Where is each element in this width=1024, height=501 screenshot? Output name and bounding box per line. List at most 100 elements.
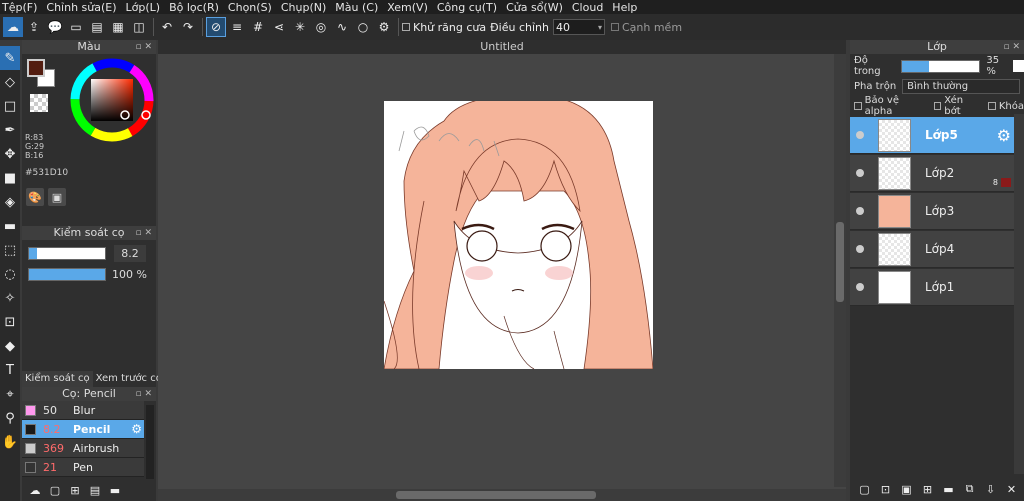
transparent-color-swatch[interactable] — [30, 94, 48, 112]
folder-icon[interactable]: ▬ — [106, 481, 124, 499]
gear-icon[interactable]: ⚙ — [374, 17, 394, 37]
select-pen-icon[interactable]: ⊡ — [0, 310, 20, 334]
export-icon[interactable]: ⇪ — [24, 17, 44, 37]
color-wheel[interactable] — [69, 57, 155, 143]
menu-cloud[interactable]: Cloud — [572, 1, 603, 14]
layer-row-5[interactable]: Lớp5 ⚙ — [850, 117, 1014, 154]
menu-view[interactable]: Xem(V) — [387, 1, 428, 14]
close-icon[interactable]: ▫ ✕ — [135, 40, 152, 54]
brush-settings-icon[interactable]: ▤ — [86, 481, 104, 499]
shape-tool-icon[interactable]: ■ — [0, 166, 20, 190]
undo-icon[interactable]: ↶ — [157, 17, 177, 37]
brush-tool-icon[interactable]: ✎ — [0, 46, 20, 70]
palette-icon[interactable]: 🎨 — [26, 188, 44, 206]
artwork-canvas[interactable] — [384, 101, 653, 369]
snap-off-icon[interactable]: ⊘ — [206, 17, 226, 37]
layer-opacity-slider[interactable] — [901, 59, 981, 73]
move-tool-icon[interactable]: ✥ — [0, 142, 20, 166]
flip-icon[interactable]: ◫ — [129, 17, 149, 37]
lasso-tool-icon[interactable]: ◌ — [0, 262, 20, 286]
add-brush-icon[interactable]: ⊞ — [66, 481, 84, 499]
copy-layer-icon[interactable]: ⧉ — [961, 481, 978, 498]
operation-tool-icon[interactable]: ⌖ — [0, 382, 20, 406]
cross-snap-icon[interactable]: # — [248, 17, 268, 37]
hand-tool-icon[interactable]: ✋ — [0, 430, 20, 454]
document-tab[interactable]: Untitled — [158, 40, 846, 54]
blend-mode-select[interactable]: Bình thường — [902, 78, 1021, 94]
add-layer-menu-icon[interactable]: ⊞ — [919, 481, 936, 498]
cloud-download-icon[interactable]: ☁ — [26, 481, 44, 499]
new-halftone-layer-icon[interactable]: ⊡ — [877, 481, 894, 498]
layer-row-2[interactable]: Lớp2 8 — [850, 155, 1014, 192]
protect-alpha-checkbox[interactable] — [854, 102, 862, 110]
folder-icon[interactable]: ▬ — [940, 481, 957, 498]
tab-brush-control[interactable]: Kiểm soát cọ — [22, 371, 93, 387]
select-eraser-icon[interactable]: ◆ — [0, 334, 20, 358]
cloud-icon[interactable]: ☁ — [3, 17, 23, 37]
list-item[interactable]: 21 Pen — [22, 458, 144, 477]
document-icon[interactable]: ▤ — [87, 17, 107, 37]
soft-edge-checkbox[interactable] — [610, 23, 619, 31]
layer-list-scrollbar[interactable] — [1014, 114, 1024, 474]
menu-tools[interactable]: Công cụ(T) — [437, 1, 497, 14]
layer-row-3[interactable]: Lớp3 — [850, 193, 1014, 230]
parallel-snap-icon[interactable]: ≡ — [227, 17, 247, 37]
clipping-checkbox[interactable] — [933, 102, 942, 110]
foreground-color-swatch[interactable] — [27, 59, 45, 77]
lock-checkbox[interactable] — [988, 102, 996, 110]
menu-window[interactable]: Cửa sổ(W) — [506, 1, 563, 14]
redo-icon[interactable]: ↷ — [178, 17, 198, 37]
menu-help[interactable]: Help — [612, 1, 637, 14]
gear-icon[interactable]: ⚙ — [131, 422, 142, 436]
new-layer-1bit-icon[interactable]: ▣ — [898, 481, 915, 498]
menu-edit[interactable]: Chỉnh sửa(E) — [46, 1, 116, 14]
eyedropper-tool-icon[interactable]: ⚲ — [0, 406, 20, 430]
menu-filter[interactable]: Bộ lọc(R) — [169, 1, 219, 14]
text-tool-icon[interactable]: T — [0, 358, 20, 382]
rect-tool-icon[interactable]: □ — [0, 94, 20, 118]
menu-color[interactable]: Màu (C) — [335, 1, 378, 14]
brush-size-slider[interactable] — [28, 246, 106, 260]
brush-list-scrollbar[interactable] — [146, 405, 154, 479]
layer-row-1[interactable]: Lớp1 — [850, 269, 1014, 306]
adjust-input[interactable]: 40 ▾ — [552, 19, 605, 35]
eraser-tool-icon[interactable]: ◇ — [0, 70, 20, 94]
eye-icon[interactable] — [856, 283, 864, 291]
magic-wand-icon[interactable]: ✧ — [0, 286, 20, 310]
circle-snap-icon[interactable]: ◎ — [311, 17, 331, 37]
curve-snap-icon[interactable]: ∿ — [332, 17, 352, 37]
menu-file[interactable]: Tệp(F) — [2, 1, 37, 14]
comment-icon[interactable]: 💬 — [45, 17, 65, 37]
radial-snap-icon[interactable]: ✳ — [290, 17, 310, 37]
eye-icon[interactable] — [856, 131, 864, 139]
delete-layer-icon[interactable]: ✕ — [1003, 481, 1020, 498]
list-item[interactable]: 8.2 Pencil ⚙ — [22, 420, 144, 439]
gradient-tool-icon[interactable]: ▬ — [0, 214, 20, 238]
scroll-thumb[interactable] — [396, 491, 596, 499]
layer-row-4[interactable]: Lớp4 — [850, 231, 1014, 268]
new-layer-icon[interactable]: ▢ — [856, 481, 873, 498]
brush-opacity-slider[interactable] — [28, 267, 106, 281]
fill-tool-icon[interactable]: ◈ — [0, 190, 20, 214]
gear-icon[interactable]: ⚙ — [997, 126, 1011, 145]
select-tool-icon[interactable]: ⬚ — [0, 238, 20, 262]
palette-settings-icon[interactable]: ▣ — [48, 188, 66, 206]
pen-tool-icon[interactable]: ✒ — [0, 118, 20, 142]
menu-select[interactable]: Chọn(S) — [228, 1, 272, 14]
eye-icon[interactable] — [856, 169, 864, 177]
new-brush-icon[interactable]: ▢ — [46, 481, 64, 499]
scroll-thumb[interactable] — [836, 222, 844, 302]
grid-icon[interactable]: ▦ — [108, 17, 128, 37]
canvas-vertical-scrollbar[interactable] — [834, 54, 846, 487]
eye-icon[interactable] — [856, 207, 864, 215]
list-item[interactable]: 50 Blur — [22, 401, 144, 420]
chat-icon[interactable]: ▭ — [66, 17, 86, 37]
eye-icon[interactable] — [856, 245, 864, 253]
close-icon[interactable]: ▫ ✕ — [1003, 40, 1020, 54]
ring-icon[interactable]: ○ — [353, 17, 373, 37]
list-item[interactable]: 369 Airbrush — [22, 439, 144, 458]
antialias-checkbox[interactable] — [402, 23, 410, 31]
menu-layer[interactable]: Lớp(L) — [126, 1, 161, 14]
tab-brush-preview[interactable]: Xem trước cọ — [93, 371, 165, 387]
canvas-horizontal-scrollbar[interactable] — [158, 489, 846, 501]
